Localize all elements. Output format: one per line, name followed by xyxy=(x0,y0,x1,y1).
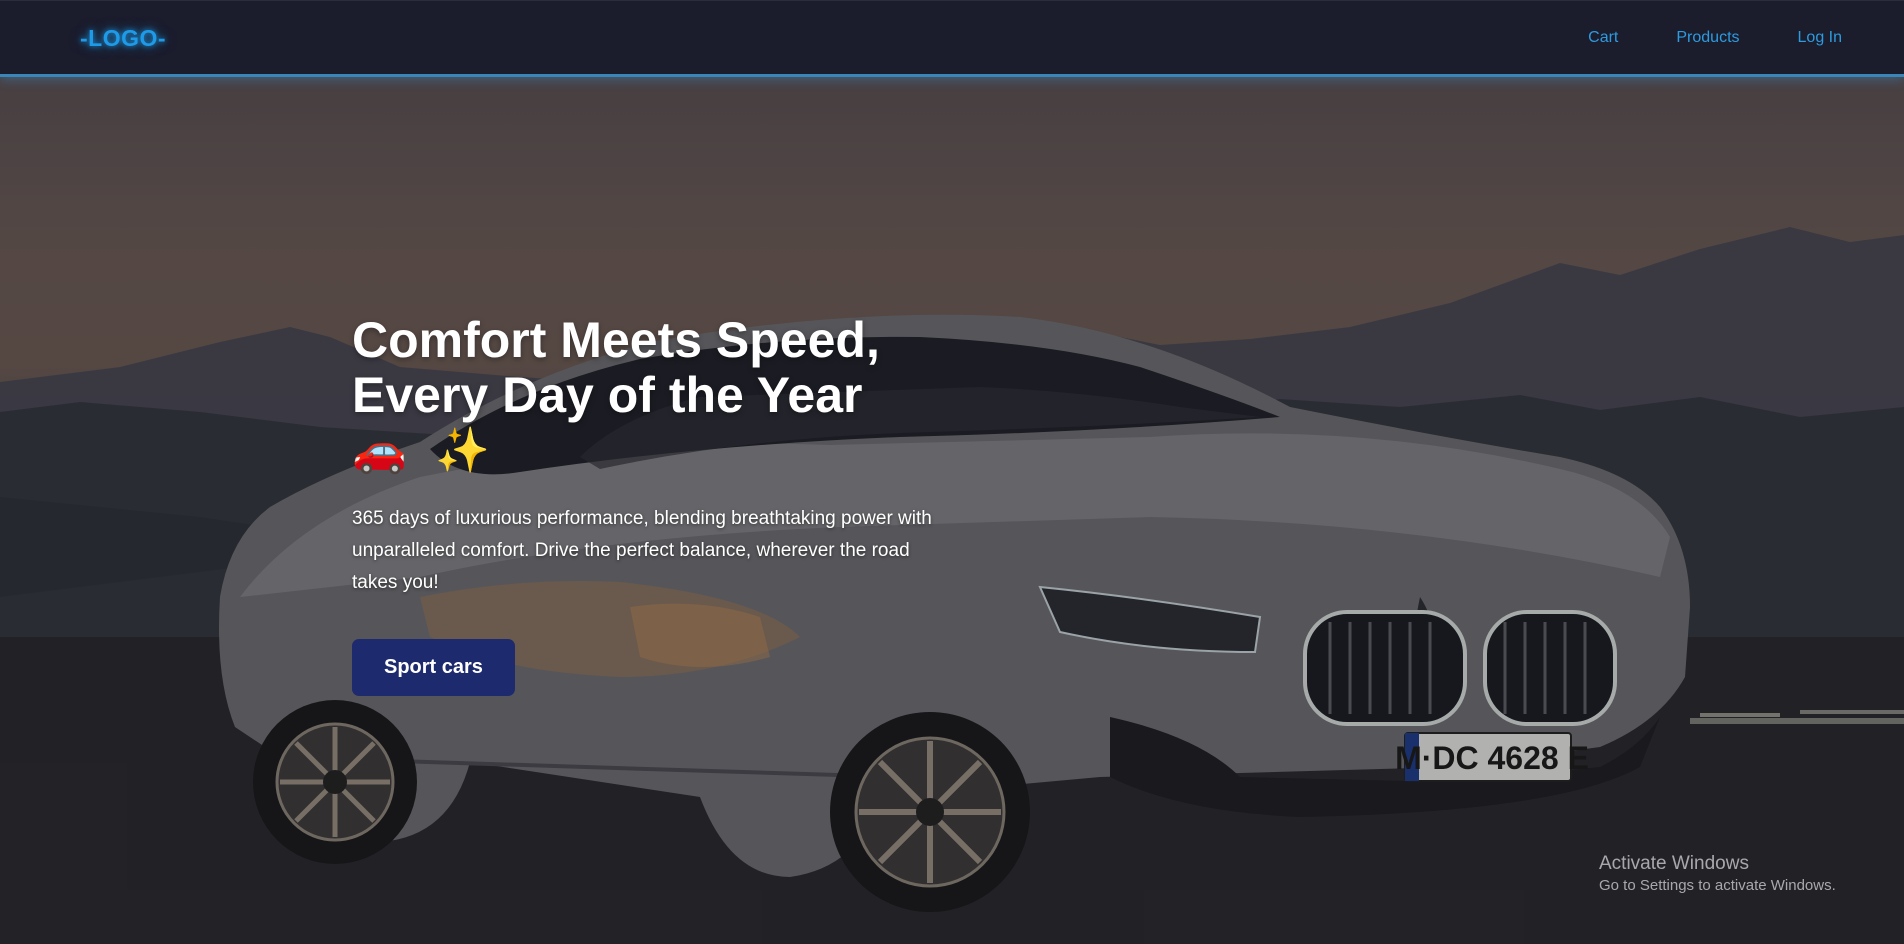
hero-description: 365 days of luxurious performance, blend… xyxy=(352,508,932,593)
hero-content: Comfort Meets Speed, Every Day of the Ye… xyxy=(352,313,952,696)
hero-overlay xyxy=(0,77,1904,944)
activate-windows-watermark: Activate Windows Go to Settings to activ… xyxy=(1599,852,1836,896)
navbar: -LOGO- Cart Products Log In xyxy=(0,0,1904,77)
nav-link-products[interactable]: Products xyxy=(1676,29,1739,47)
watermark-subtitle: Go to Settings to activate Windows. xyxy=(1599,877,1836,894)
nav-links: Cart Products Log In xyxy=(1588,29,1842,47)
nav-link-login[interactable]: Log In xyxy=(1798,29,1842,47)
sport-cars-button[interactable]: Sport cars xyxy=(352,639,515,696)
car-sparkle-emoji: 🚗 ✨ xyxy=(352,426,498,475)
watermark-title: Activate Windows xyxy=(1599,853,1749,874)
logo[interactable]: -LOGO- xyxy=(80,25,166,52)
hero-section: M·DC 4628 E Comfort Meets Speed, Every D… xyxy=(0,77,1904,944)
nav-link-cart[interactable]: Cart xyxy=(1588,29,1618,47)
hero-title: Comfort Meets Speed, Every Day of the Ye… xyxy=(352,312,880,423)
